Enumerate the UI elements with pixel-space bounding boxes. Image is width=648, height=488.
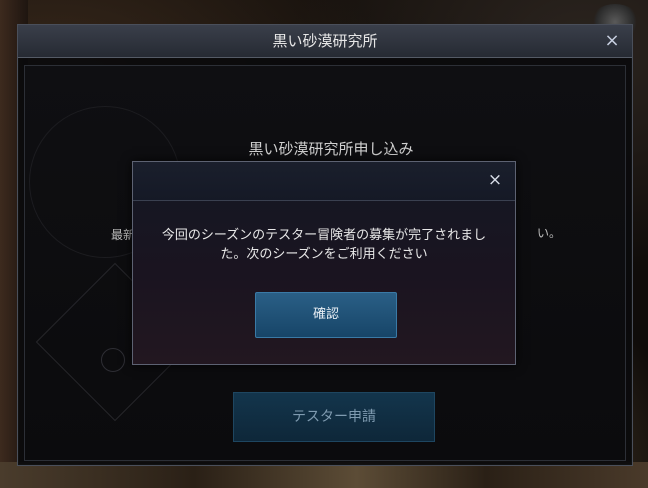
window-title: 黒い砂漠研究所 [272, 32, 378, 50]
dialog-header: × [133, 162, 515, 201]
dialog-message: 今回のシーズンのテスター冒険者の募集が完了されました。次のシーズンをご利用くださ… [161, 228, 487, 262]
notice-dialog: × 今回のシーズンのテスター冒険者の募集が完了されました。次のシーズンをご利用く… [132, 161, 516, 365]
tester-apply-button[interactable]: テスター申請 [233, 392, 435, 442]
decorative-ring [101, 348, 125, 372]
window-close-button[interactable]: × [602, 31, 622, 51]
game-screen: 黒い砂漠研究所 × 黒い砂漠研究所申し込み ·· 最新 い。 テスター申請 × … [0, 0, 648, 488]
intro-text-end: い。 [537, 226, 562, 240]
confirm-button[interactable]: 確認 [255, 292, 397, 338]
dialog-close-button[interactable]: × [485, 170, 505, 190]
window-titlebar: 黒い砂漠研究所 × [18, 25, 632, 58]
